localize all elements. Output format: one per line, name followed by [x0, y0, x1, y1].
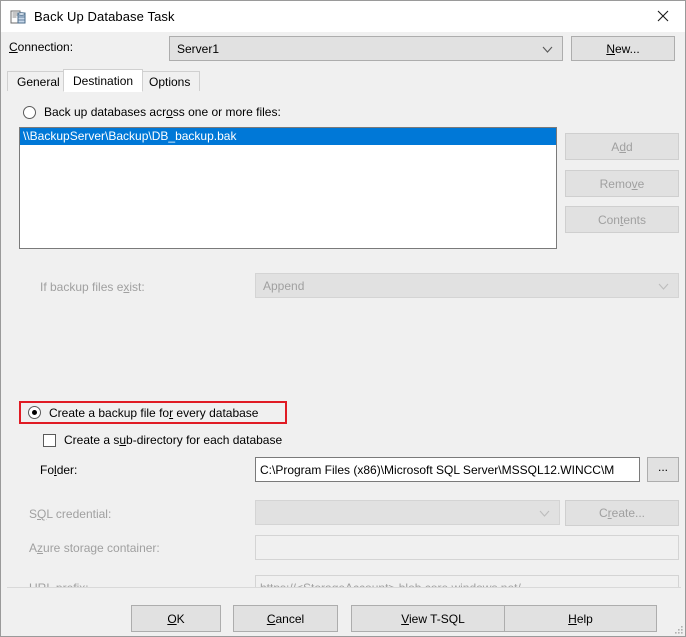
- checkbox-icon-unchecked: [43, 433, 56, 447]
- dialog-footer: OK Cancel View T-SQL Help: [1, 588, 685, 636]
- chevron-down-icon: [658, 279, 669, 293]
- ellipsis-icon: ...: [657, 460, 668, 474]
- contents-button[interactable]: Contents: [565, 206, 679, 233]
- connection-value: Server1: [177, 41, 220, 56]
- if-backup-files-exist-combobox[interactable]: Append: [255, 273, 679, 298]
- add-file-button[interactable]: Add: [565, 133, 679, 160]
- tab-options-label: Options: [149, 74, 191, 89]
- resize-grip[interactable]: [672, 623, 684, 635]
- checkbox-create-subdirectory-label: Create a sub-directory for each database: [64, 433, 283, 447]
- tab-destination-label: Destination: [73, 73, 134, 88]
- folder-input[interactable]: C:\Program Files (x86)\Microsoft SQL Ser…: [255, 457, 640, 482]
- backup-files-listbox[interactable]: \\BackupServer\Backup\DB_backup.bak: [19, 127, 557, 249]
- cancel-label: Cancel: [266, 611, 305, 626]
- new-connection-label: New...: [606, 41, 640, 56]
- tab-options[interactable]: Options: [139, 71, 201, 91]
- new-connection-button[interactable]: New...: [571, 36, 675, 61]
- close-icon: [657, 10, 668, 22]
- view-tsql-label: View T-SQL: [401, 611, 465, 626]
- connection-label: Connection:: [9, 40, 74, 54]
- radio-icon-checked: [28, 406, 41, 419]
- radio-create-backup-file-every-database[interactable]: Create a backup file for every database: [19, 401, 287, 424]
- sql-credential-combobox[interactable]: [255, 500, 560, 525]
- chevron-down-icon: [539, 506, 550, 520]
- tab-strip: General Destination Options: [7, 69, 681, 92]
- if-backup-files-exist-value: Append: [263, 278, 305, 293]
- azure-storage-container-input[interactable]: [255, 535, 679, 560]
- azure-storage-container-label: Azure storage container:: [29, 541, 160, 555]
- remove-file-button[interactable]: Remove: [565, 170, 679, 197]
- connection-row: Connection: Server1 New...: [1, 34, 685, 63]
- destination-panel: Back up databases across one or more fil…: [7, 91, 681, 628]
- ok-label: OK: [167, 611, 185, 626]
- radio-backup-across-files-label: Back up databases across one or more fil…: [44, 105, 281, 119]
- radio-icon-unchecked: [23, 105, 36, 119]
- sql-credential-label: SQL credential:: [29, 507, 112, 521]
- tab-general[interactable]: General: [7, 71, 70, 91]
- close-window-button[interactable]: [640, 1, 685, 31]
- if-backup-files-exist-label: If backup files exist:: [40, 280, 145, 294]
- back-up-database-task-dialog: Back Up Database Task Connection: Server…: [0, 0, 686, 637]
- folder-label: Folder:: [40, 463, 78, 477]
- create-credential-button[interactable]: Create...: [565, 500, 679, 526]
- window-title: Back Up Database Task: [34, 9, 175, 24]
- help-button[interactable]: Help: [504, 605, 657, 632]
- cancel-button[interactable]: Cancel: [233, 605, 338, 632]
- database-task-icon: [10, 9, 26, 25]
- chevron-down-icon: [542, 42, 553, 56]
- view-tsql-button[interactable]: View T-SQL: [351, 605, 515, 632]
- tab-general-label: General: [17, 74, 60, 89]
- connection-combobox[interactable]: Server1: [169, 36, 563, 61]
- radio-backup-across-files[interactable]: Back up databases across one or more fil…: [23, 105, 281, 119]
- ok-button[interactable]: OK: [131, 605, 221, 632]
- create-credential-label: Create...: [598, 506, 646, 520]
- list-item[interactable]: \\BackupServer\Backup\DB_backup.bak: [20, 128, 556, 145]
- checkbox-create-subdirectory[interactable]: Create a sub-directory for each database: [43, 433, 282, 447]
- radio-create-backup-file-every-database-label: Create a backup file for every database: [49, 405, 259, 420]
- tab-destination[interactable]: Destination: [63, 69, 144, 92]
- title-bar: Back Up Database Task: [1, 1, 685, 32]
- add-file-label: Add: [611, 139, 633, 154]
- folder-browse-button[interactable]: ...: [647, 457, 679, 482]
- contents-label: Contents: [597, 212, 647, 227]
- help-label: Help: [568, 611, 593, 626]
- remove-file-label: Remove: [599, 176, 645, 191]
